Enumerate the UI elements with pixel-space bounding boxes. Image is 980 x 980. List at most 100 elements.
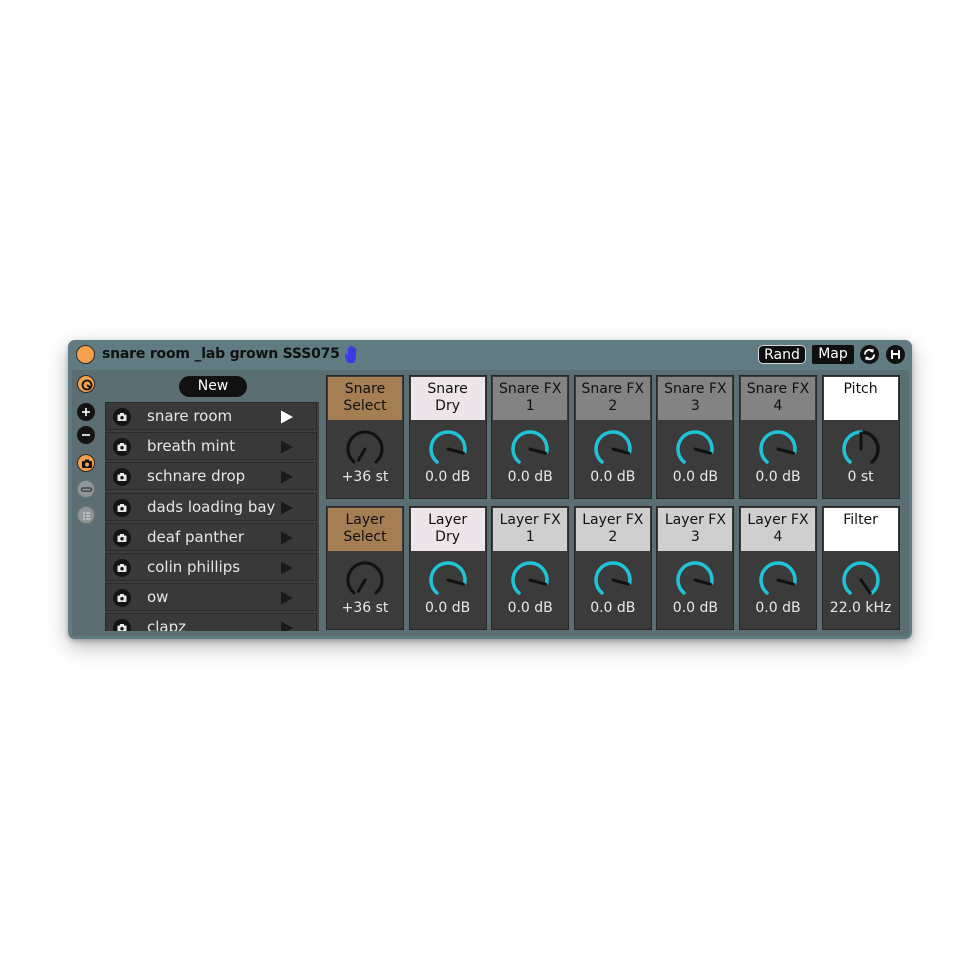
sync-button[interactable] <box>860 345 879 364</box>
cell-label[interactable]: Layer FX 3 <box>658 508 733 551</box>
remove-icon[interactable] <box>77 426 95 444</box>
sync-icon <box>864 348 875 361</box>
cell-knob[interactable] <box>671 429 719 473</box>
layer_row-cell[interactable]: Layer Dry 0.0 dB <box>408 506 487 630</box>
cell-label[interactable]: Filter <box>823 508 898 551</box>
cell-label[interactable]: Layer FX 2 <box>575 508 650 551</box>
cell-knob[interactable] <box>837 560 885 604</box>
device-window: snare room _lab grown SSS075 Rand Map Ne… <box>68 340 912 639</box>
cell-label[interactable]: Pitch <box>823 377 898 420</box>
layer_row-cell[interactable]: Layer FX 2 0.0 dB <box>573 506 652 630</box>
new-preset-button[interactable]: New <box>179 376 247 397</box>
knob-icon[interactable] <box>341 560 389 600</box>
snare_row-cell[interactable]: Snare FX 2 0.0 dB <box>573 375 652 499</box>
snare_row-cell[interactable]: Pitch 0 st <box>821 375 900 499</box>
preset-row[interactable]: deaf panther <box>105 522 317 551</box>
cell-knob[interactable] <box>341 429 389 473</box>
camera-icon[interactable] <box>113 528 131 547</box>
device-power-button[interactable] <box>76 345 95 364</box>
cell-value: 0.0 dB <box>507 469 553 485</box>
layer_row-cell[interactable]: Layer Select +36 st <box>326 506 404 630</box>
cell-label[interactable]: Snare FX 2 <box>575 377 650 420</box>
hand-icon[interactable] <box>344 345 360 364</box>
snare_row-cell[interactable]: Snare FX 3 0.0 dB <box>656 375 735 499</box>
camera-icon[interactable] <box>113 619 131 631</box>
cell-knob[interactable] <box>506 560 554 604</box>
cell-label[interactable]: Snare FX 3 <box>658 377 733 420</box>
list-icon[interactable] <box>77 506 95 524</box>
play-icon[interactable] <box>279 439 295 455</box>
cell-knob[interactable] <box>754 560 802 604</box>
knob-icon[interactable] <box>424 560 472 600</box>
play-icon[interactable] <box>279 560 295 576</box>
cell-label[interactable]: Snare Dry <box>410 377 485 420</box>
preset-row[interactable]: colin phillips <box>105 553 317 581</box>
play-icon[interactable] <box>279 500 295 516</box>
preset-row[interactable]: snare room <box>105 402 317 430</box>
preset-row[interactable]: schnare drop <box>105 462 317 491</box>
cell-knob[interactable] <box>754 429 802 473</box>
snare_row-cell[interactable]: Snare FX 1 0.0 dB <box>491 375 570 499</box>
knob-icon[interactable] <box>506 560 554 600</box>
knob-icon[interactable] <box>754 429 802 469</box>
camera-icon[interactable] <box>113 559 131 577</box>
camera-icon[interactable] <box>113 498 131 517</box>
cell-knob[interactable] <box>424 560 472 604</box>
play-icon[interactable] <box>279 409 295 425</box>
preset-label: schnare drop <box>147 467 246 486</box>
layer_row-cell[interactable]: Layer FX 4 0.0 dB <box>739 506 817 630</box>
knob-icon[interactable] <box>837 560 885 600</box>
list-glyph-icon <box>83 512 91 520</box>
cell-label[interactable]: Snare FX 4 <box>741 377 815 420</box>
cell-label[interactable]: Layer FX 4 <box>741 508 815 551</box>
knob-icon[interactable] <box>589 560 637 600</box>
cell-knob[interactable] <box>589 560 637 604</box>
cell-knob[interactable] <box>589 429 637 473</box>
cell-knob[interactable] <box>837 429 885 473</box>
layer_row-cell[interactable]: Layer FX 1 0.0 dB <box>491 506 570 630</box>
preset-row[interactable]: breath mint <box>105 432 317 461</box>
cell-value: 22.0 kHz <box>829 600 892 616</box>
play-icon[interactable] <box>279 620 295 631</box>
add-icon[interactable] <box>77 403 95 421</box>
snapshot-icon[interactable] <box>77 454 95 472</box>
snare_row-cell[interactable]: Snare Dry 0.0 dB <box>408 375 487 499</box>
map-button[interactable]: Map <box>812 345 854 364</box>
cell-knob[interactable] <box>671 560 719 604</box>
save-button[interactable] <box>886 345 905 364</box>
snare_row-cell[interactable]: Snare Select +36 st <box>326 375 404 499</box>
play-icon[interactable] <box>279 590 295 606</box>
play-icon[interactable] <box>279 530 295 546</box>
knob-icon[interactable] <box>837 429 885 469</box>
knob-icon[interactable] <box>589 429 637 469</box>
minus-bar-icon[interactable] <box>77 480 95 498</box>
knob-icon[interactable] <box>341 429 389 469</box>
layer_row-cell[interactable]: Filter 22.0 kHz <box>821 506 900 630</box>
layer_row-cell[interactable]: Layer FX 3 0.0 dB <box>656 506 735 630</box>
snare_row-cell[interactable]: Snare FX 4 0.0 dB <box>739 375 817 499</box>
cell-label[interactable]: Snare Select <box>328 377 402 420</box>
knob-icon[interactable] <box>754 560 802 600</box>
cell-label[interactable]: Layer FX 1 <box>493 508 568 551</box>
cell-knob[interactable] <box>424 429 472 473</box>
play-icon[interactable] <box>279 469 295 485</box>
knob-icon[interactable] <box>506 429 554 469</box>
preset-list[interactable]: snare room breath mint schnare drop dads lo… <box>105 402 319 631</box>
preset-row[interactable]: ow <box>105 583 317 612</box>
camera-icon[interactable] <box>113 408 131 426</box>
cell-knob[interactable] <box>506 429 554 473</box>
rand-button[interactable]: Rand <box>758 345 806 364</box>
preset-row[interactable]: dads loading bay <box>105 492 317 521</box>
preset-row[interactable]: clapz <box>105 613 317 631</box>
knob-icon[interactable] <box>671 560 719 600</box>
cell-label[interactable]: Snare FX 1 <box>493 377 568 420</box>
cell-label[interactable]: Layer Dry <box>410 508 485 551</box>
knob-icon[interactable] <box>424 429 472 469</box>
power-icon[interactable] <box>77 375 95 393</box>
cell-knob[interactable] <box>341 560 389 604</box>
camera-icon[interactable] <box>113 468 131 487</box>
cell-label[interactable]: Layer Select <box>328 508 402 551</box>
camera-icon[interactable] <box>113 589 131 608</box>
camera-icon[interactable] <box>113 438 131 457</box>
knob-icon[interactable] <box>671 429 719 469</box>
